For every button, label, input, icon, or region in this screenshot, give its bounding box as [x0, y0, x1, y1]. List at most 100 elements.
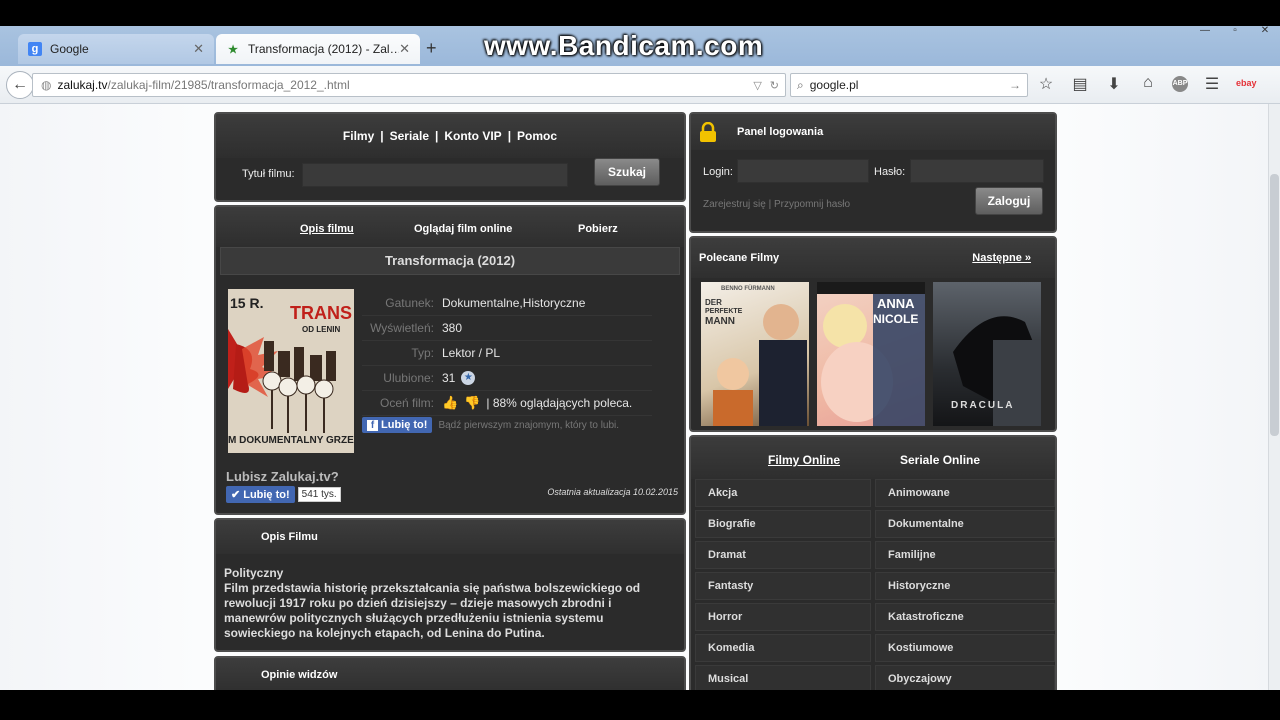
- category-item[interactable]: Katastroficzne: [875, 603, 1055, 631]
- tab-pobierz[interactable]: Pobierz: [578, 223, 618, 235]
- recommended-posters: BENNO FÜRMANN DER PERFEKTE MANN ANNA NIC…: [701, 282, 1041, 426]
- dropdown-arrow-icon[interactable]: ▽: [753, 79, 761, 92]
- password-input[interactable]: [910, 159, 1044, 183]
- recommended-title: Polecane Filmy: [699, 252, 780, 264]
- close-icon[interactable]: ✕: [193, 41, 204, 57]
- new-tab-icon[interactable]: +: [426, 38, 437, 59]
- menu-pomoc[interactable]: Pomoc: [514, 129, 560, 143]
- bookmark-star-icon[interactable]: ☆: [1036, 74, 1056, 94]
- google-icon: g: [28, 42, 42, 56]
- home-icon[interactable]: ⌂: [1138, 74, 1158, 94]
- download-icon[interactable]: ⬇: [1104, 74, 1124, 94]
- url-host: zalukaj.tv: [57, 78, 108, 92]
- category-item[interactable]: Dramat: [695, 541, 871, 569]
- category-item[interactable]: Historyczne: [875, 572, 1055, 600]
- poster-text: DER: [705, 298, 722, 307]
- next-link[interactable]: Następne »: [972, 238, 1031, 278]
- ebay-icon[interactable]: ebay: [1236, 78, 1257, 94]
- favorites-count: 31: [442, 371, 456, 385]
- poster-title-text: TRANS: [290, 303, 352, 323]
- search-go-arrow-icon[interactable]: →: [1009, 78, 1021, 92]
- description-body: Polityczny Film przedstawia historię prz…: [216, 554, 684, 641]
- category-item[interactable]: Animowane: [875, 479, 1055, 507]
- thumbs-down-icon[interactable]: 👎: [464, 395, 480, 411]
- meta-value-wrap: 👍 👎 | 88% oglądających poleca.: [442, 395, 632, 411]
- meta-value: Lektor / PL: [442, 346, 501, 360]
- description-genre: Polityczny: [224, 566, 284, 580]
- address-bar[interactable]: ◍ zalukaj.tv /zalukaj-film/21985/transfo…: [32, 73, 786, 97]
- tab-label: Transformacja (2012) - Zal…: [248, 42, 400, 56]
- reading-list-icon[interactable]: ▤: [1070, 74, 1090, 94]
- category-grid: Akcja Animowane Biografie Dokumentalne D…: [695, 479, 1055, 693]
- bottom-letterbox: [0, 690, 1280, 720]
- facebook-like-button[interactable]: f Lubię to!: [362, 417, 433, 433]
- recommended-poster[interactable]: DRACULA: [933, 282, 1041, 426]
- menu-icon[interactable]: ☰: [1202, 74, 1222, 94]
- tab-seriale-online[interactable]: Seriale Online: [900, 453, 980, 467]
- close-icon[interactable]: ✕: [399, 41, 410, 57]
- category-item[interactable]: Obyczajowy: [875, 665, 1055, 693]
- adblock-icon[interactable]: ABP: [1172, 76, 1188, 92]
- password-label: Hasło:: [874, 166, 906, 178]
- toolbar-icons: ☆ ▤ ⬇ ⌂ ABP ☰ ebay: [1036, 74, 1257, 94]
- site-menu: Filmy | Seriale | Konto VIP | Pomoc: [216, 114, 684, 158]
- search-panel: Filmy | Seriale | Konto VIP | Pomoc Tytu…: [214, 112, 686, 202]
- tab-google[interactable]: g Google ✕: [18, 34, 214, 64]
- thumbs-up-icon[interactable]: 👍: [442, 395, 458, 411]
- category-item[interactable]: Musical: [695, 665, 871, 693]
- category-item[interactable]: Familijne: [875, 541, 1055, 569]
- back-arrow-icon[interactable]: ←: [6, 71, 34, 99]
- login-button[interactable]: Zaloguj: [975, 187, 1043, 215]
- vertical-scrollbar[interactable]: [1268, 104, 1280, 690]
- reload-icon[interactable]: ↻: [770, 79, 779, 92]
- recommended-poster[interactable]: ANNA NICOLE: [817, 282, 925, 426]
- category-item[interactable]: Horror: [695, 603, 871, 631]
- description-text: Film przedstawia historię przekształcani…: [224, 581, 641, 640]
- login-input[interactable]: [737, 159, 869, 183]
- minimize-icon[interactable]: —: [1190, 26, 1220, 38]
- site-like-row: ✔ Lubię to! 541 tys.: [226, 486, 341, 503]
- poster-subtitle-text: OD LENIN: [302, 325, 341, 334]
- search-box[interactable]: ⌕ google.pl →: [790, 73, 1028, 97]
- recorder-watermark: www.Bandicam.com: [484, 30, 764, 61]
- tab-opis-filmu[interactable]: Opis filmu: [300, 223, 354, 235]
- title-search-input[interactable]: [302, 163, 568, 187]
- maximize-icon[interactable]: ▫: [1220, 26, 1250, 38]
- tab-transformacja[interactable]: ★ Transformacja (2012) - Zal… ✕: [216, 34, 420, 64]
- description-title: Opis Filmu: [216, 520, 684, 554]
- navigation-bar: ← ◍ zalukaj.tv /zalukaj-film/21985/trans…: [0, 66, 1280, 104]
- site-like-button[interactable]: ✔ Lubię to!: [226, 486, 295, 503]
- poster-text: BENNO FÜRMANN: [721, 286, 775, 292]
- film-panel: Opis filmu Oglądaj film online Pobierz T…: [214, 205, 686, 515]
- category-item[interactable]: Fantasty: [695, 572, 871, 600]
- category-item[interactable]: Kostiumowe: [875, 634, 1055, 662]
- check-icon: ✔: [231, 489, 241, 501]
- facebook-like-text: Bądź pierwszym znajomym, który to lubi.: [438, 419, 620, 431]
- recommended-panel: Polecane Filmy Następne » BENNO FÜRMANN …: [689, 236, 1057, 432]
- recommended-poster[interactable]: BENNO FÜRMANN DER PERFEKTE MANN: [701, 282, 809, 426]
- register-links[interactable]: Zarejestruj się | Przypomnij hasło: [703, 199, 850, 210]
- film-poster[interactable]: 15 R. TRANS OD LENIN M DOKUMENTALNY GRZE: [228, 289, 354, 453]
- close-window-icon[interactable]: ✕: [1250, 26, 1280, 38]
- tab-ogladaj[interactable]: Oglądaj film online: [414, 223, 512, 235]
- category-item[interactable]: Komedia: [695, 634, 871, 662]
- recommended-header: Polecane Filmy Następne »: [691, 238, 1055, 278]
- tab-filmy-online[interactable]: Filmy Online: [768, 453, 840, 467]
- scrollbar-thumb[interactable]: [1270, 174, 1279, 436]
- film-meta: Gatunek: Dokumentalne,Historyczne Wyświe…: [362, 291, 652, 416]
- category-item[interactable]: Biografie: [695, 510, 871, 538]
- menu-konto-vip[interactable]: Konto VIP: [441, 129, 504, 143]
- poster-text: PERFEKTE: [705, 308, 743, 315]
- login-header: Panel logowania: [691, 114, 1055, 150]
- add-favorite-star-icon[interactable]: ★: [461, 371, 476, 385]
- title-label: Tytuł filmu:: [242, 168, 295, 180]
- menu-filmy[interactable]: Filmy: [340, 129, 377, 143]
- category-item[interactable]: Akcja: [695, 479, 871, 507]
- url-actions: ▽ ↻: [753, 79, 779, 92]
- like-label: Lubię to!: [381, 419, 428, 431]
- meta-key: Gatunek:: [385, 296, 434, 310]
- category-item[interactable]: Dokumentalne: [875, 510, 1055, 538]
- meta-row-type: Typ: Lektor / PL: [362, 341, 652, 366]
- menu-seriale[interactable]: Seriale: [387, 129, 432, 143]
- search-button[interactable]: Szukaj: [594, 158, 660, 186]
